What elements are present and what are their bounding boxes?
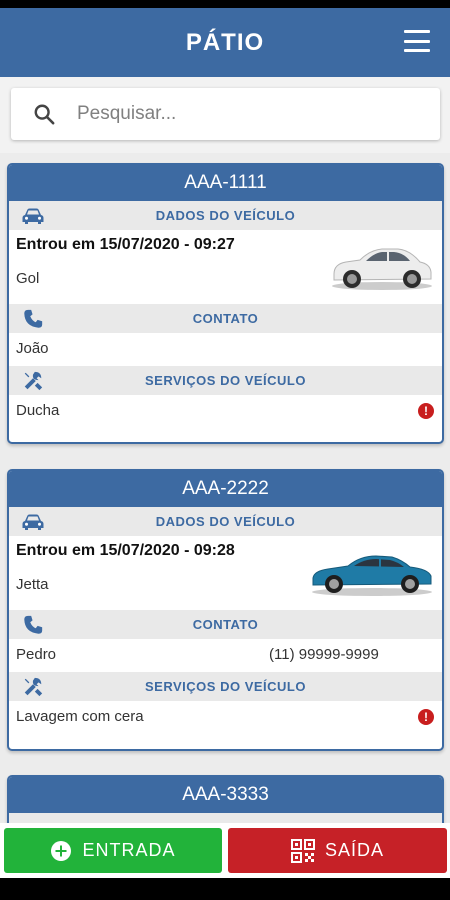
service-name: Lavagem com cera (16, 708, 144, 725)
search-icon (34, 104, 55, 125)
vehicle-card[interactable]: AAA-3333 (7, 775, 444, 823)
vehicle-data-label: DADOS DO VEÍCULO (155, 208, 296, 223)
vehicle-data-header: DADOS DO VEÍCULO (9, 201, 442, 230)
service-name: Ducha (16, 402, 60, 419)
phone-icon (24, 615, 43, 634)
vehicle-info: Entrou em 15/07/2020 - 09:27 Gol (9, 230, 442, 304)
vehicle-data-header: DADOS DO VEÍCULO (9, 507, 442, 536)
contact-name: João (16, 340, 49, 357)
exit-button[interactable]: SAÍDA (228, 828, 447, 873)
car-icon (22, 208, 44, 224)
plate-header: AAA-3333 (9, 777, 442, 813)
alert-icon[interactable]: ! (418, 403, 434, 419)
status-bar (0, 0, 450, 8)
entry-button[interactable]: ENTRADA (4, 828, 222, 873)
plate-header: AAA-1111 (9, 165, 442, 201)
entry-time: Entrou em 15/07/2020 - 09:27 (16, 236, 235, 253)
services-header: SERVIÇOS DO VEÍCULO (9, 672, 442, 701)
menu-icon[interactable] (404, 30, 430, 52)
system-nav-bar (0, 878, 450, 900)
vehicle-model: Jetta (16, 576, 49, 593)
vehicle-card[interactable]: AAA-1111 DADOS DO VEÍCULO Entrou em 15/0… (7, 163, 444, 444)
contact-info: Pedro (11) 99999-9999 (9, 639, 442, 672)
contact-header: CONTATO (9, 304, 442, 333)
action-bar: ENTRADA SAÍDA (0, 823, 450, 878)
phone-icon (24, 309, 43, 328)
contact-header: CONTATO (9, 610, 442, 639)
search-box[interactable] (11, 88, 440, 140)
search-area (0, 77, 450, 153)
services-header: SERVIÇOS DO VEÍCULO (9, 366, 442, 395)
search-input[interactable] (77, 103, 397, 125)
service-info: Ducha ! (9, 395, 442, 429)
services-label: SERVIÇOS DO VEÍCULO (145, 679, 306, 694)
contact-label: CONTATO (192, 617, 259, 632)
qr-code-icon (290, 838, 315, 863)
car-image (332, 248, 432, 290)
car-image (312, 555, 432, 596)
service-info: Lavagem com cera ! (9, 701, 442, 736)
tools-icon (24, 677, 43, 697)
vehicle-model: Gol (16, 270, 40, 287)
vehicle-data-label: DADOS DO VEÍCULO (155, 514, 296, 529)
page-title: PÁTIO (185, 28, 265, 56)
exit-button-label: SAÍDA (324, 840, 385, 860)
vehicle-data-header (9, 813, 442, 823)
app-header: PÁTIO (0, 8, 450, 77)
vehicle-info: Entrou em 15/07/2020 - 09:28 Jetta (9, 536, 442, 610)
contact-phone[interactable]: (11) 99999-9999 (269, 639, 379, 670)
plate-header: AAA-2222 (9, 471, 442, 507)
vehicle-list: AAA-1111 DADOS DO VEÍCULO Entrou em 15/0… (0, 153, 450, 823)
car-icon (22, 514, 44, 530)
entry-button-label: ENTRADA (82, 840, 176, 860)
vehicle-card[interactable]: AAA-2222 DADOS DO VEÍCULO Entrou em 15/0… (7, 469, 444, 751)
entry-time: Entrou em 15/07/2020 - 09:28 (16, 542, 235, 559)
contact-label: CONTATO (192, 311, 259, 326)
tools-icon (24, 371, 43, 391)
contact-info: João (9, 333, 442, 366)
alert-icon[interactable]: ! (418, 709, 434, 725)
services-label: SERVIÇOS DO VEÍCULO (145, 373, 306, 388)
plus-circle-icon (51, 840, 72, 861)
